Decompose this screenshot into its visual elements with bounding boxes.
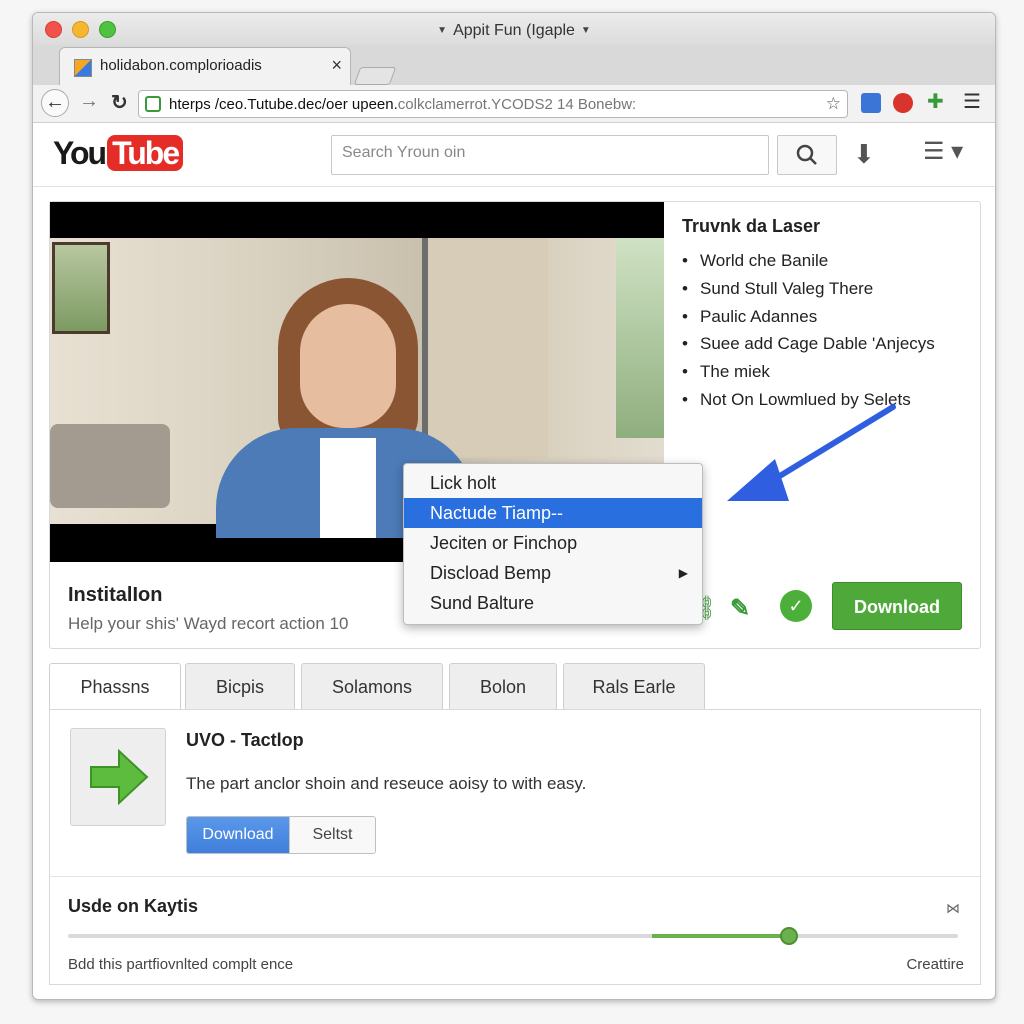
search-button[interactable] (777, 135, 837, 175)
tab-title: holidabon.complorioadis (100, 57, 262, 74)
sidebar-item[interactable]: Sund Stull Valeg There (682, 275, 972, 303)
segmented-control: Download Seltst (186, 816, 376, 854)
browser-menu-icon[interactable]: ☰ (963, 89, 983, 113)
browser-window: ▼ Appit Fun (Igaple ▼ holidabon.complorioa… (32, 12, 996, 1000)
sidebar-item[interactable]: World che Banile (682, 247, 972, 275)
tab-solamons[interactable]: Solamons (301, 663, 443, 709)
expand-icon[interactable]: ⋈ (946, 900, 960, 917)
upload-icon[interactable]: ⬇ (853, 139, 875, 170)
extension-icon[interactable] (893, 93, 913, 113)
download-button[interactable]: Download (832, 582, 962, 630)
tab-bolon[interactable]: Bolon (449, 663, 557, 709)
segment-select-button[interactable]: Seltst (289, 817, 375, 853)
tab-strip: holidabon.complorioadis × (33, 45, 995, 85)
video-subtitle: Help your shis' Wayd recort action 10 (68, 614, 349, 633)
sidebar-heading: Truvnk da Laser (682, 216, 821, 236)
window-title: ▼ Appit Fun (Igaple ▼ (33, 22, 995, 40)
segment-download-button[interactable]: Download (187, 817, 289, 853)
presenter-face (300, 304, 396, 428)
tab-panel: UVO - Tactlop The part anclor shoin and … (49, 709, 981, 985)
check-icon[interactable]: ✓ (780, 590, 812, 622)
puzzle-icon[interactable]: ✚ (927, 89, 947, 113)
logo-tube: Tube (107, 135, 184, 171)
forward-button[interactable]: → (79, 90, 99, 113)
secure-lock-icon (145, 96, 161, 112)
pointer-arrow-icon (727, 404, 896, 501)
slider-handle[interactable] (779, 927, 798, 945)
context-menu-item[interactable]: Jeciten or Finchop (404, 528, 702, 558)
sofa (50, 424, 170, 508)
browser-toolbar: ← → ↻ hterps /ceo.Tutube.dec/oer upeen.c… (33, 85, 995, 123)
arrow-right-icon (90, 749, 149, 805)
url-rest: colkclamerrot.YCODS2 14 Bonebw: (397, 96, 637, 113)
search-icon (796, 144, 817, 165)
tab-rals-earle[interactable]: Rals Earle (563, 663, 705, 709)
panel-description: The part anclor shoin and reseuce aoisy … (186, 774, 587, 793)
extension-icon[interactable] (861, 93, 881, 113)
context-menu-item-selected[interactable]: Nactude Tiamp-- (404, 498, 702, 528)
menu-icon[interactable]: ☰ ▾ (923, 137, 963, 166)
divider (50, 876, 980, 877)
footer-title: Usde on Kaytis (68, 896, 199, 916)
tab-phassns[interactable]: Phassns (49, 663, 181, 711)
caret-down-icon: ▼ (580, 25, 591, 36)
window-title-text: Appit Fun (Igaple (453, 22, 575, 39)
context-menu-item[interactable]: Sund Balture (404, 588, 702, 618)
context-menu-item[interactable]: Lick holt (404, 468, 702, 498)
tab-bicpis[interactable]: Bicpis (185, 663, 295, 709)
logo-you: You (53, 135, 107, 171)
presenter-shirt (320, 438, 376, 538)
browser-tab[interactable]: holidabon.complorioadis × (59, 47, 351, 85)
sidebar-list: World che Banile Sund Stull Valeg There … (682, 247, 972, 414)
pen-icon[interactable]: ✎ (730, 594, 750, 623)
caret-down-icon: ▼ (437, 25, 448, 36)
new-tab-button[interactable] (353, 67, 397, 85)
address-bar[interactable]: hterps /ceo.Tutube.dec/oer upeen.colkcla… (138, 90, 848, 118)
close-tab-icon[interactable]: × (331, 55, 342, 76)
video-title: InstitalIon (68, 584, 163, 606)
window-view (616, 238, 664, 438)
submenu-arrow-icon: ▶ (678, 566, 688, 580)
sidebar-item[interactable]: Paulic Adannes (682, 303, 972, 331)
url-main: hterps /ceo.Tutube.dec/oer upeen. (169, 96, 398, 113)
wall-picture (52, 242, 110, 334)
footer-left-text: Bdd this partfiovnlted complt ence (68, 956, 294, 973)
progress-slider[interactable] (68, 927, 958, 945)
youtube-logo[interactable]: You Tube (53, 135, 184, 172)
bookmark-icon[interactable]: ☆ (826, 94, 841, 114)
panel-title: UVO - Tactlop (186, 730, 304, 750)
back-button[interactable]: ← (41, 89, 69, 117)
reload-button[interactable]: ↻ (111, 90, 128, 115)
url-text: hterps /ceo.Tutube.dec/oer upeen.colkcla… (169, 96, 636, 113)
content-tabs: Phassns Bicpis Solamons Bolon Rals Earle (49, 663, 979, 711)
context-menu: Lick holt Nactude Tiamp-- Jeciten or Fin… (403, 463, 703, 625)
app-thumbnail (70, 728, 166, 826)
favicon-icon (74, 59, 92, 77)
context-menu-item-submenu[interactable]: Discload Bemp ▶ (404, 558, 702, 588)
youtube-header: You Tube Search Yroun oin ⬇ ☰ ▾ (33, 123, 995, 187)
video-sidebar: Truvnk da Laser World che Banile Sund St… (682, 216, 972, 414)
footer-right-text: Creattire (906, 956, 964, 973)
context-menu-item-label: Discload Bemp (430, 563, 552, 583)
sidebar-item[interactable]: Suee add Cage Dable 'Anjecys (682, 330, 972, 358)
slider-fill (652, 934, 792, 938)
search-input[interactable]: Search Yroun oin (331, 135, 769, 175)
sidebar-item[interactable]: The miek (682, 358, 972, 386)
